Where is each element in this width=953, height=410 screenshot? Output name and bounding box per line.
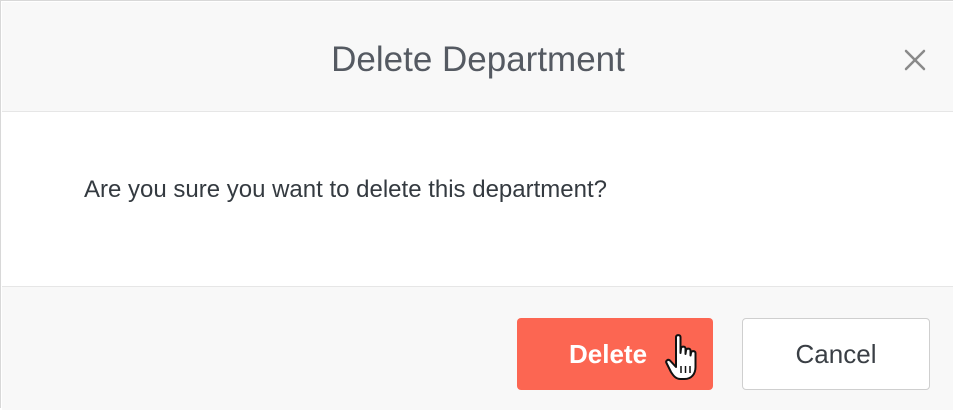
dialog-title: Delete Department [331,40,625,79]
dialog-header: Delete Department [2,2,953,112]
close-button[interactable] [896,41,934,79]
delete-button-label: Delete [569,339,648,369]
close-icon [904,49,926,71]
cancel-button[interactable]: Cancel [742,318,930,390]
dialog-body: Are you sure you want to delete this dep… [2,112,953,286]
dialog-footer: Delete Cancel [2,286,953,410]
confirmation-message: Are you sure you want to delete this dep… [84,176,607,203]
delete-department-dialog: Delete Department Are you sure you want … [0,0,953,410]
delete-button[interactable]: Delete [517,318,713,390]
